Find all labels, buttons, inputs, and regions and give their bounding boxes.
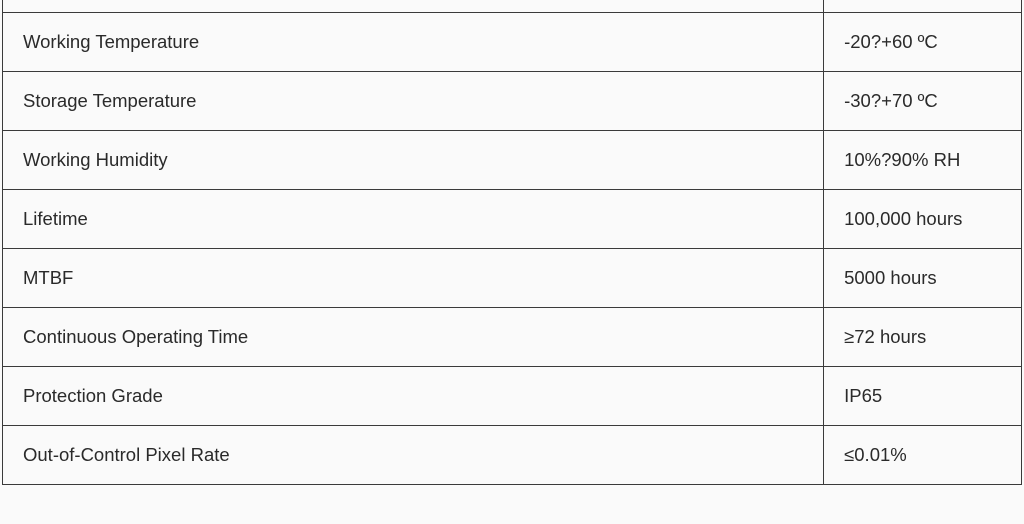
spec-value: -20?+60 ºC <box>824 12 1022 71</box>
spec-label: MTBF <box>3 248 824 307</box>
spec-value: 100,000 hours <box>824 189 1022 248</box>
spec-label: Lifetime <box>3 189 824 248</box>
spec-value: 5000 hours <box>824 248 1022 307</box>
header-placeholder-right <box>824 0 1022 12</box>
spec-value: IP65 <box>824 366 1022 425</box>
spec-table: Working Temperature -20?+60 ºC Storage T… <box>2 0 1022 485</box>
spec-label: Working Temperature <box>3 12 824 71</box>
table-row: MTBF 5000 hours <box>3 248 1022 307</box>
spec-label: Out-of-Control Pixel Rate <box>3 425 824 484</box>
spec-value: ≥72 hours <box>824 307 1022 366</box>
table-row: Out-of-Control Pixel Rate ≤0.01% <box>3 425 1022 484</box>
table-row: Working Humidity 10%?90% RH <box>3 130 1022 189</box>
spec-label: Protection Grade <box>3 366 824 425</box>
spec-label: Working Humidity <box>3 130 824 189</box>
table-row: Protection Grade IP65 <box>3 366 1022 425</box>
spec-value: -30?+70 ºC <box>824 71 1022 130</box>
table-row: Working Temperature -20?+60 ºC <box>3 12 1022 71</box>
table-row: Storage Temperature -30?+70 ºC <box>3 71 1022 130</box>
table-row: Lifetime 100,000 hours <box>3 189 1022 248</box>
header-placeholder-left <box>3 0 824 12</box>
spec-value: 10%?90% RH <box>824 130 1022 189</box>
table-row: Continuous Operating Time ≥72 hours <box>3 307 1022 366</box>
spec-value: ≤0.01% <box>824 425 1022 484</box>
spec-label: Storage Temperature <box>3 71 824 130</box>
spec-label: Continuous Operating Time <box>3 307 824 366</box>
